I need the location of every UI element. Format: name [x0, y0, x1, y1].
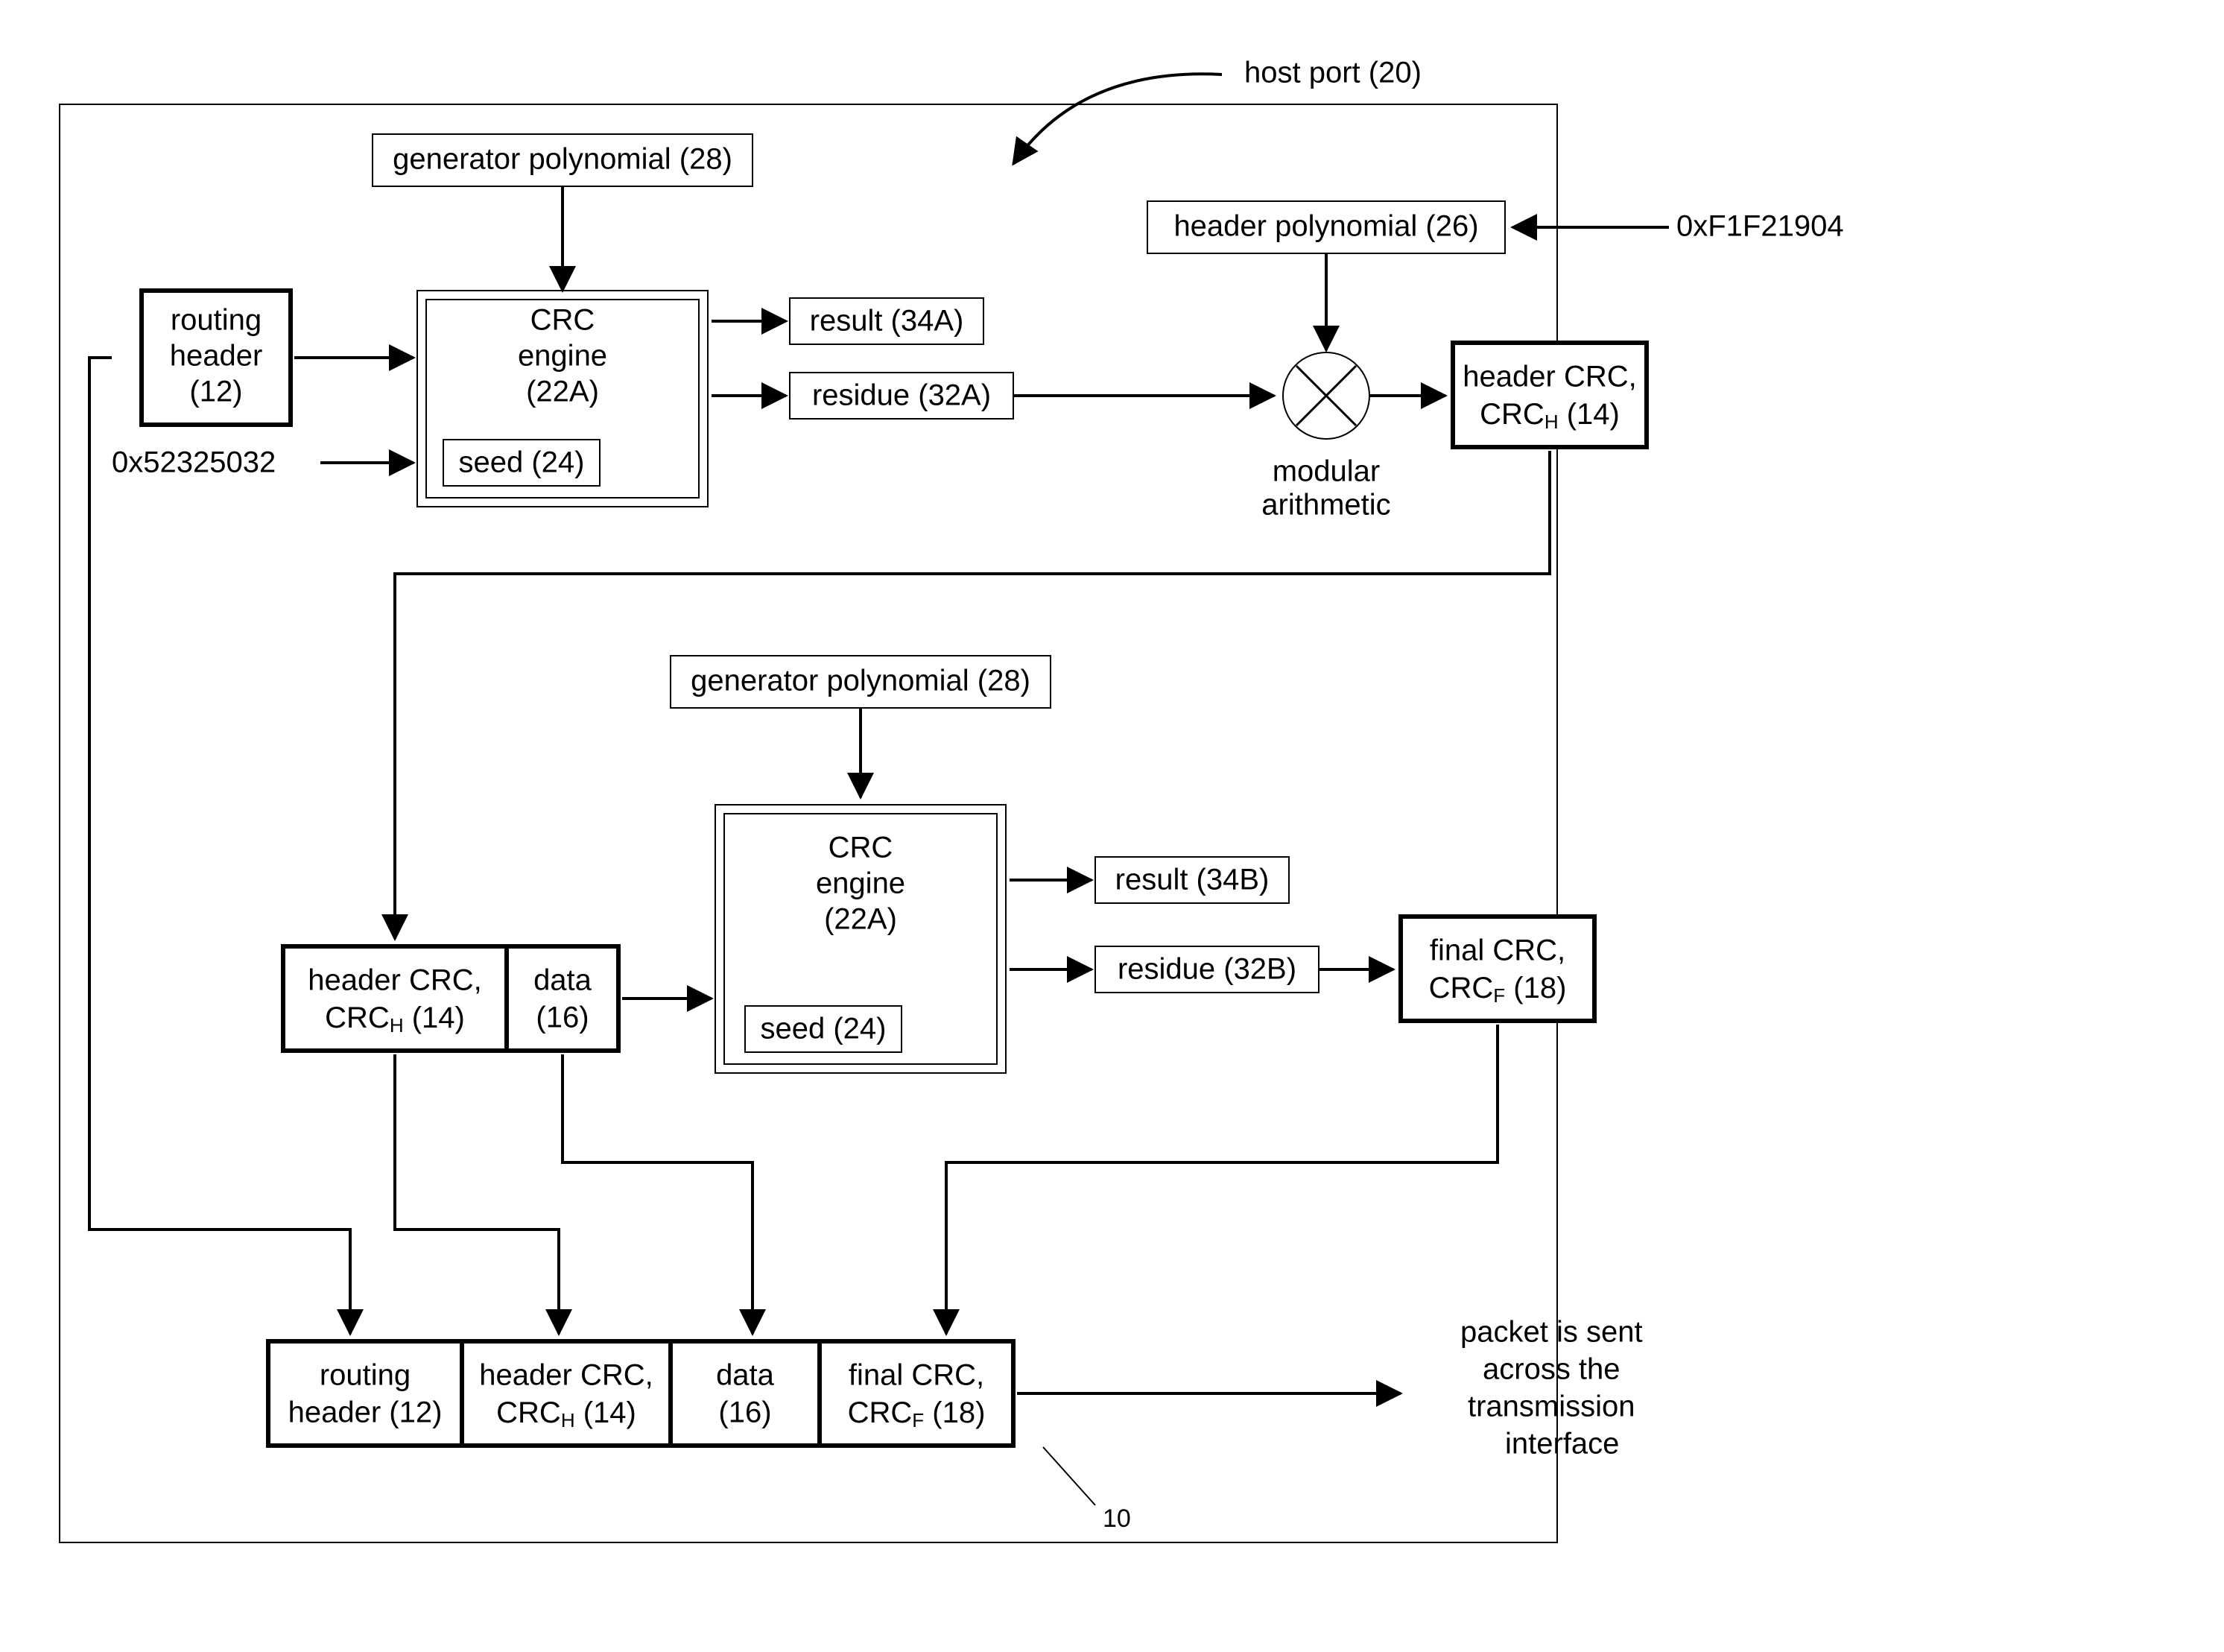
gen-poly-label-top: generator polynomial (28)	[393, 143, 732, 176]
data-mid-l1: data	[533, 964, 592, 997]
hex-header-poly: 0xF1F21904	[1676, 210, 1844, 243]
pkt-routing-l1: routing	[320, 1359, 411, 1392]
routing-header-l3: (12)	[189, 376, 242, 408]
hex-seed: 0x52325032	[112, 446, 276, 479]
data-box-mid	[507, 946, 618, 1051]
ref-10: 10	[1103, 1504, 1131, 1533]
result-a-label: result (34A)	[810, 305, 964, 338]
mod-arith-l1: modular	[1273, 455, 1381, 488]
crc-engine1-l2: engine	[518, 340, 607, 373]
host-port-label: host port (20)	[1244, 57, 1422, 89]
pkt-data-l2: (16)	[718, 1396, 771, 1429]
header-crc-top-l1: header CRC,	[1463, 361, 1636, 393]
pkt-routing-l2: header (12)	[288, 1396, 443, 1429]
crc-engine2-l3: (22A)	[824, 903, 897, 936]
pkt-routing-box	[268, 1341, 462, 1446]
residue-a-label: residue (32A)	[812, 379, 991, 412]
sent-l2: across the	[1483, 1353, 1621, 1386]
diagram-canvas: host port (20) generator polynomial (28)…	[0, 0, 2224, 1652]
seed-label-1: seed (24)	[459, 446, 585, 479]
sent-l3: transmission	[1468, 1390, 1635, 1423]
pkt-data-box	[671, 1341, 820, 1446]
crc-engine2-l2: engine	[816, 867, 905, 900]
header-poly-label: header polynomial (26)	[1173, 210, 1478, 243]
sent-l4: interface	[1505, 1428, 1619, 1460]
pkt-data-l1: data	[716, 1359, 775, 1392]
routing-header-l2: header	[170, 340, 263, 373]
pkt-final-l1: final CRC,	[849, 1359, 984, 1392]
mod-arith-l2: arithmetic	[1261, 489, 1390, 522]
residue-b-label: residue (32B)	[1118, 953, 1296, 986]
routing-header-l1: routing	[171, 304, 262, 337]
crc-engine1-l1: CRC	[530, 304, 595, 337]
gen-poly-label-mid: generator polynomial (28)	[691, 665, 1030, 697]
crc-engine2-l1: CRC	[829, 832, 893, 864]
pkt-hdrcrc-l1: header CRC,	[479, 1359, 653, 1392]
result-b-label: result (34B)	[1115, 864, 1270, 896]
seed-label-2: seed (24)	[761, 1013, 887, 1045]
sent-l1: packet is sent	[1460, 1316, 1643, 1349]
final-crc-l1: final CRC,	[1430, 934, 1565, 967]
data-mid-l2: (16)	[536, 1001, 589, 1034]
crc-engine1-l3: (22A)	[526, 376, 599, 408]
header-crc-mid-l1: header CRC,	[308, 964, 481, 997]
